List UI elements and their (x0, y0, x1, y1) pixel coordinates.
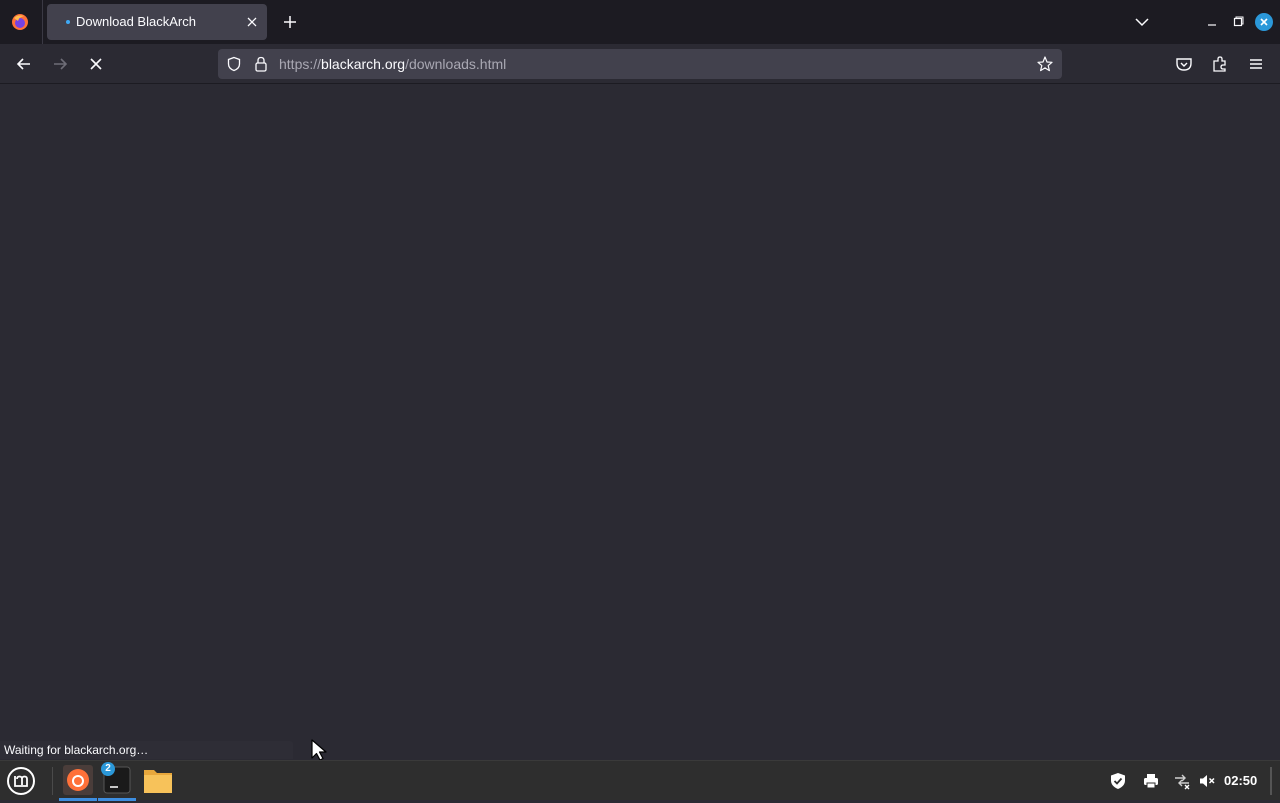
pocket-icon[interactable] (1174, 54, 1194, 74)
window-count-badge: 2 (101, 762, 115, 776)
firefox-icon[interactable] (10, 12, 30, 32)
extensions-icon[interactable] (1210, 54, 1230, 74)
minimize-icon[interactable] (1204, 14, 1220, 30)
page-content (0, 85, 1280, 760)
folder-icon (144, 770, 172, 793)
tab-separator (42, 0, 43, 44)
volume-muted-icon[interactable] (1198, 772, 1216, 790)
taskbar-files[interactable] (139, 761, 177, 801)
forward-arrow-icon[interactable] (50, 54, 70, 74)
printer-icon[interactable] (1142, 772, 1160, 790)
back-arrow-icon[interactable] (14, 54, 34, 74)
tab-title: Download BlackArch (76, 14, 196, 29)
shield-check-icon[interactable] (1109, 772, 1127, 790)
navigation-toolbar: https://blackarch.org/downloads.html (0, 44, 1280, 84)
shield-icon[interactable] (226, 56, 242, 72)
firefox-icon (63, 765, 93, 795)
url-text[interactable]: https://blackarch.org/downloads.html (279, 56, 506, 72)
taskbar: 2 02:50 (0, 760, 1280, 801)
tab-loading-indicator (66, 20, 70, 24)
url-bar[interactable]: https://blackarch.org/downloads.html (218, 49, 1062, 79)
maximize-icon[interactable] (1230, 14, 1246, 30)
url-host: blackarch.org (321, 56, 406, 72)
star-icon[interactable] (1036, 55, 1054, 73)
url-path: /downloads.html (405, 56, 507, 72)
mouse-cursor-icon (310, 738, 330, 762)
taskbar-firefox[interactable] (59, 761, 97, 801)
status-bar-text: Waiting for blackarch.org… (0, 741, 293, 759)
chevron-down-icon[interactable] (1133, 13, 1151, 31)
stop-loading-icon[interactable] (86, 54, 106, 74)
plus-icon[interactable] (280, 12, 300, 32)
mint-menu-icon[interactable] (5, 765, 37, 797)
window-close-button[interactable] (1255, 13, 1273, 31)
tab-strip: Download BlackArch (0, 0, 1280, 44)
taskbar-divider (52, 767, 53, 795)
url-scheme: https:// (279, 56, 322, 72)
network-icon[interactable] (1173, 772, 1191, 790)
close-icon (1260, 18, 1268, 26)
tab-download-blackarch[interactable]: Download BlackArch (47, 4, 267, 40)
clock[interactable]: 02:50 (1224, 773, 1257, 788)
show-desktop-button[interactable] (1270, 767, 1272, 795)
lock-icon[interactable] (254, 56, 268, 72)
close-icon[interactable] (243, 13, 261, 31)
hamburger-menu-icon[interactable] (1246, 54, 1266, 74)
